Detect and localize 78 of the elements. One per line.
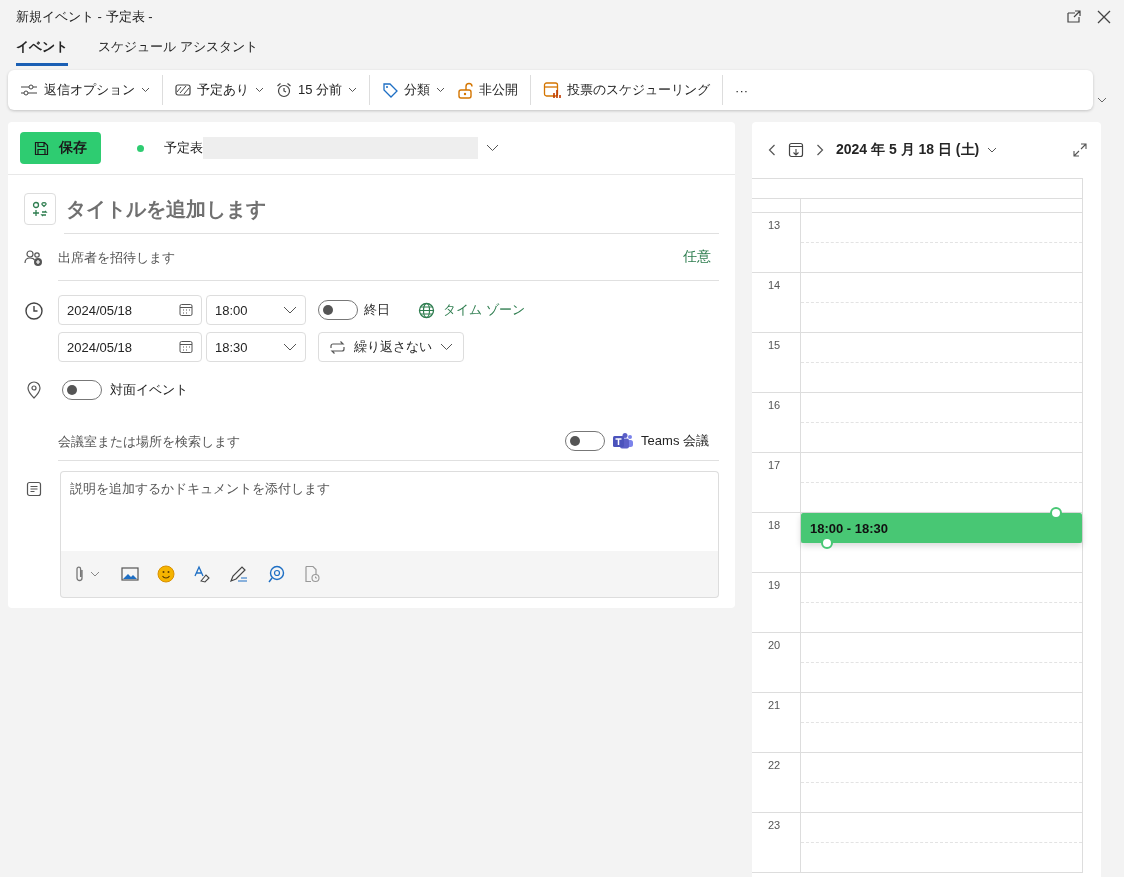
globe-icon [418, 301, 435, 319]
toolbar-button[interactable]: ··· [729, 78, 755, 102]
image-icon[interactable] [121, 566, 139, 582]
tag-icon [382, 82, 399, 98]
hour-label: 18 [768, 519, 781, 531]
add-people-icon [24, 248, 44, 267]
chevron-down-icon [283, 306, 297, 314]
calendar-chart-icon [543, 81, 562, 99]
chevron-down-icon [987, 147, 998, 153]
attendees-field[interactable]: 出席者を招待します [58, 249, 683, 265]
date-picker-button[interactable]: 2024 年 5 月 18 日 (土) [836, 141, 998, 159]
all-day-label: 終日 [364, 301, 390, 319]
hour-label: 16 [768, 399, 781, 411]
toolbar-button[interactable]: 分類 [376, 77, 452, 103]
calendar-icon [179, 340, 193, 354]
resize-handle[interactable] [1050, 507, 1062, 519]
save-button[interactable]: 保存 [20, 132, 101, 164]
chevron-down-icon [283, 343, 297, 351]
emoji-icon[interactable] [157, 565, 175, 583]
sliders-icon [20, 82, 38, 98]
repeat-icon [329, 339, 346, 355]
tab[interactable]: イベント [16, 34, 68, 66]
padlock-icon [457, 81, 474, 99]
toolbar-button[interactable]: 返信オプション [14, 77, 156, 103]
recurrence-dropdown[interactable]: 繰り返さない [318, 332, 464, 362]
save-icon [34, 140, 49, 156]
location-field[interactable]: 会議室または場所を検索します [58, 433, 558, 449]
start-date-field[interactable]: 2024/05/18 [58, 295, 202, 325]
time-zone-link[interactable]: タイム ゾーン [418, 301, 533, 319]
end-date-field[interactable]: 2024/05/18 [58, 332, 202, 362]
chevron-right-icon[interactable] [816, 144, 824, 156]
hour-label: 21 [768, 699, 781, 711]
hour-label: 13 [768, 219, 781, 231]
calendar-picker[interactable]: 予定表 [137, 137, 499, 159]
window-title: 新規イベント - 予定表 - [16, 8, 153, 26]
hour-label: 22 [768, 759, 781, 771]
toolbar-button[interactable]: 15 分前 [270, 77, 364, 103]
chevron-down-icon[interactable] [1097, 97, 1107, 103]
chevron-down-icon [440, 343, 453, 351]
in-person-label: 対面イベント [110, 381, 188, 399]
hour-label: 17 [768, 459, 781, 471]
hour-label: 14 [768, 279, 781, 291]
document-clock-icon[interactable] [303, 565, 321, 583]
teams-meeting-label: Teams 会議 [641, 432, 709, 450]
status-icon [175, 83, 191, 97]
expand-icon[interactable] [1073, 143, 1087, 157]
notes-icon [24, 481, 44, 497]
toolbar-button[interactable]: 予定あり [169, 77, 270, 103]
loop-icon[interactable] [267, 565, 285, 583]
chevron-down-icon [141, 87, 150, 93]
toolbar-button[interactable]: 非公開 [451, 77, 525, 103]
chevron-down-icon [255, 87, 264, 93]
clock-icon [24, 301, 44, 321]
teams-icon [613, 432, 634, 450]
end-time-field[interactable]: 18:30 [206, 332, 306, 362]
hour-label: 23 [768, 819, 781, 831]
event-block[interactable]: 18:00 - 18:30 [801, 513, 1082, 543]
close-icon[interactable] [1096, 9, 1112, 25]
toolbar-button[interactable]: 投票のスケジューリング [537, 77, 717, 103]
today-icon[interactable] [788, 142, 804, 158]
chevron-down-icon [348, 87, 358, 93]
hour-label: 15 [768, 339, 781, 351]
description-field[interactable]: 説明を追加するかドキュメントを添付します [60, 471, 719, 551]
chevron-down-icon [436, 87, 446, 93]
optional-attendees-link[interactable]: 任意 [683, 248, 719, 266]
chevron-left-icon[interactable] [768, 144, 776, 156]
start-time-field[interactable]: 18:00 [206, 295, 306, 325]
calendar-icon [179, 303, 193, 317]
text-format-icon[interactable] [193, 565, 211, 583]
location-pin-icon [24, 381, 44, 399]
hour-label: 19 [768, 579, 781, 591]
alarm-clock-icon [276, 82, 292, 98]
tab[interactable]: スケジュール アシスタント [98, 34, 258, 66]
pen-icon[interactable] [229, 565, 249, 583]
chevron-down-icon [486, 144, 499, 152]
pop-out-icon[interactable] [1066, 9, 1082, 25]
category-icon[interactable] [24, 192, 56, 225]
hour-label: 20 [768, 639, 781, 651]
